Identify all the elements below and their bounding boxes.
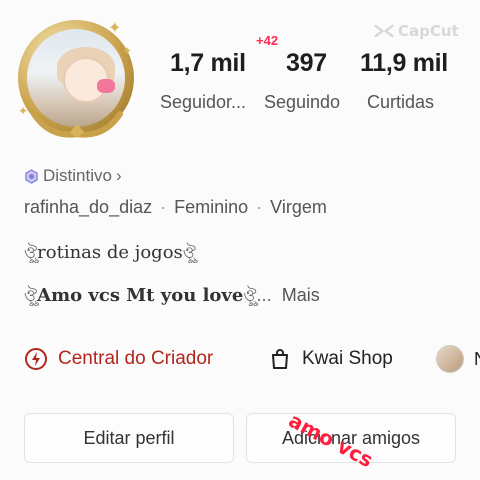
profile-info-row: rafinha_do_diaz · Feminino · Virgem [24,197,327,218]
star-icon: ✦ [108,20,122,37]
bio-ornament: ঔৣ... [243,286,272,305]
likes-label[interactable]: Curtidas [367,92,434,113]
kwai-shop-link[interactable]: Kwai Shop [268,347,393,371]
creator-center-link[interactable]: Central do Criador [24,347,213,371]
likes-count[interactable]: 11,9 mil [360,49,448,78]
gender: Feminino [174,197,249,217]
third-link-label: N [474,349,480,370]
chevron-right-icon: › [115,166,122,185]
badge-label: Distintivo [43,166,112,185]
profile-avatar[interactable]: ✦ ✦ ✦ [12,14,142,144]
star-icon: ✦ [122,44,133,58]
badge-link[interactable]: Distintivo › [24,166,122,186]
watermark-text: CapCut [398,22,459,40]
zodiac-sign: Virgem [270,197,327,217]
edit-profile-label: Editar perfil [83,427,175,448]
bio-ornament: ঔৣ [24,286,38,305]
edit-profile-button[interactable]: Editar perfil [24,413,234,463]
bio-more-link[interactable]: Mais [282,285,320,305]
bio-ornament: ঔৣ [182,243,196,262]
shopping-bag-icon [272,349,288,369]
bio-line-2: ঔৣAmo vcs Mt you loveঔৣ... Mais [24,283,320,310]
separator: · [160,197,167,217]
laurel-wreath-icon [31,111,123,138]
following-label[interactable]: Seguindo [264,92,340,113]
star-icon: ✦ [18,104,29,118]
capcut-watermark: CapCut [374,22,459,40]
lightning-circle-icon [25,348,47,370]
followers-new-badge: +42 [256,33,279,48]
bio-ornament: ঔৣ [24,243,38,262]
capcut-logo-icon [374,24,394,38]
mini-avatar [436,345,464,373]
followers-label[interactable]: Seguidor... [160,92,246,113]
bio-line-1: ঔৣrotinas de jogosঔৣ [24,240,196,267]
creator-center-label: Central do Criador [58,348,214,369]
kwai-shop-label: Kwai Shop [302,348,393,369]
bio-text: rotinas de jogos [37,242,183,263]
third-link-partial[interactable]: N [436,345,480,373]
bio-text: Amo vcs Mt you love [37,285,244,306]
profile-links-row: Central do Criador Kwai Shop N [24,344,480,374]
followers-count[interactable]: 1,7 mil [170,49,246,78]
following-count[interactable]: 397 [286,49,327,78]
username: rafinha_do_diaz [24,197,153,217]
hexagon-badge-icon [25,168,38,184]
separator: · [256,197,263,217]
